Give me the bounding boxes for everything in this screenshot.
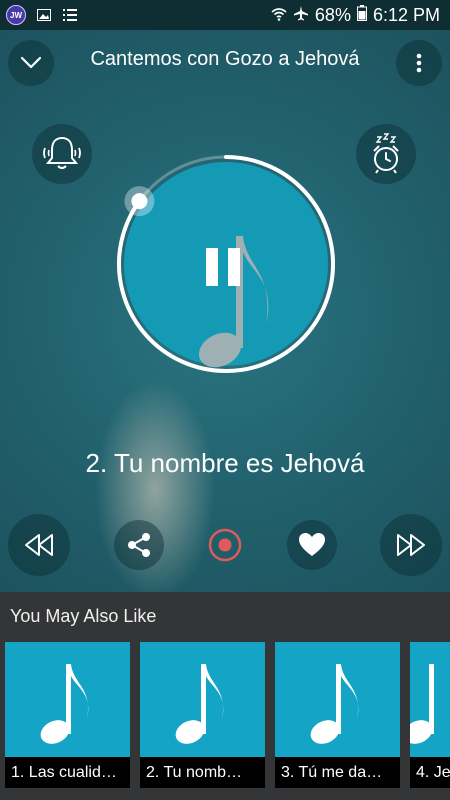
music-note-icon xyxy=(175,664,224,744)
battery-icon xyxy=(356,4,367,26)
more-vertical-icon xyxy=(416,53,422,73)
pause-button[interactable] xyxy=(206,248,240,286)
music-note-icon xyxy=(410,664,434,744)
song-title: 2. Tu nombre es Jehová xyxy=(85,448,365,478)
favorite-button[interactable] xyxy=(287,520,337,570)
album-title: Cantemos con Gozo a Jehová xyxy=(90,48,360,70)
chevron-down-icon xyxy=(20,56,42,69)
music-note-icon xyxy=(40,664,89,744)
clock-time: 6:12 PM xyxy=(372,4,440,25)
share-button[interactable] xyxy=(114,520,164,570)
record-icon xyxy=(208,528,242,562)
pause-bar xyxy=(206,248,218,286)
sleep-timer-button[interactable] xyxy=(356,124,416,184)
suggestions-section: You May Also Like 1. Las cualid… 2. Tu n… xyxy=(0,592,450,800)
status-bar: JW 68% 6:12 PM xyxy=(0,0,450,30)
battery-text: 68% xyxy=(314,4,351,25)
heart-icon xyxy=(299,533,325,556)
wifi-icon xyxy=(271,5,287,26)
suggestion-label: 3. Tú me da… xyxy=(275,757,400,788)
airplane-icon xyxy=(293,5,309,26)
image-icon xyxy=(36,7,52,23)
jw-app-icon: JW xyxy=(6,5,26,25)
rewind-icon xyxy=(25,534,53,556)
suggestion-card[interactable]: 1. Las cualid… xyxy=(5,642,130,788)
music-note-icon xyxy=(310,664,359,744)
suggestion-card[interactable]: 3. Tú me da… xyxy=(275,642,400,788)
collapse-button[interactable] xyxy=(8,40,54,86)
fast-forward-icon xyxy=(397,534,425,556)
top-bar: Cantemos con Gozo a Jehová xyxy=(0,30,450,92)
more-options-button[interactable] xyxy=(396,40,442,86)
suggestion-label: 4. Je xyxy=(410,757,450,788)
suggestion-card[interactable]: 2. Tu nomb… xyxy=(140,642,265,788)
previous-button[interactable] xyxy=(8,514,70,576)
suggestions-heading: You May Also Like xyxy=(10,606,157,626)
player-panel: Cantemos con Gozo a Jehová 2. Tu nombre … xyxy=(0,30,450,592)
pause-bar xyxy=(228,248,240,286)
suggestion-label: 2. Tu nomb… xyxy=(140,757,265,788)
next-button[interactable] xyxy=(380,514,442,576)
list-icon xyxy=(62,7,78,23)
progress-knob[interactable] xyxy=(131,193,148,210)
share-icon xyxy=(128,533,150,557)
suggestion-label: 1. Las cualid… xyxy=(5,757,130,788)
suggestions-list: 1. Las cualid… 2. Tu nomb… 3. Tú me da… xyxy=(5,642,450,788)
alarm-button[interactable] xyxy=(32,124,92,184)
bell-icon xyxy=(43,136,81,169)
sleep-timer-icon xyxy=(373,133,399,174)
record-button[interactable] xyxy=(200,520,250,570)
suggestion-card[interactable]: 4. Je xyxy=(410,642,450,788)
